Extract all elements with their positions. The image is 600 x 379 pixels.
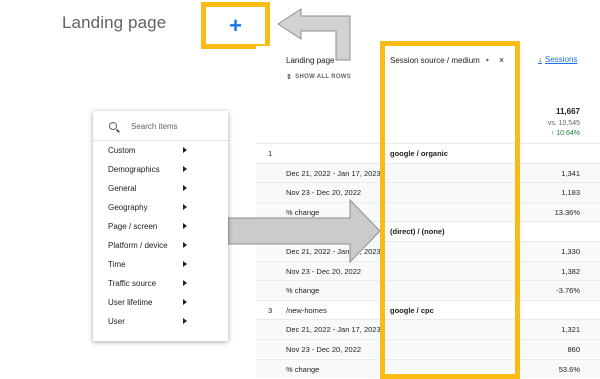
menu-item[interactable]: Time bbox=[93, 256, 228, 275]
dimension-menu: Search items Custom Demographics General Ge… bbox=[93, 111, 228, 341]
menu-item[interactable]: General bbox=[93, 180, 228, 199]
submenu-arrow-icon bbox=[183, 242, 187, 248]
menu-item-label: Demographics bbox=[108, 165, 160, 174]
search-input[interactable]: Search items bbox=[131, 122, 178, 131]
search-icon bbox=[109, 122, 117, 130]
submenu-arrow-icon bbox=[183, 299, 187, 305]
menu-item-label: User lifetime bbox=[108, 298, 153, 307]
menu-item-label: Page / screen bbox=[108, 222, 158, 231]
submenu-arrow-icon bbox=[183, 166, 187, 172]
menu-item-label: Traffic source bbox=[108, 279, 157, 288]
menu-item[interactable]: Custom bbox=[93, 142, 228, 161]
menu-item-label: Custom bbox=[108, 146, 136, 155]
submenu-arrow-icon bbox=[183, 204, 187, 210]
arrow-to-column-icon bbox=[227, 198, 381, 264]
submenu-arrow-icon bbox=[183, 185, 187, 191]
menu-item-label: User bbox=[108, 317, 125, 326]
submenu-arrow-icon bbox=[183, 280, 187, 286]
submenu-arrow-icon bbox=[183, 147, 187, 153]
menu-item-label: Time bbox=[108, 260, 126, 269]
menu-item[interactable]: User bbox=[93, 313, 228, 332]
menu-item[interactable]: Demographics bbox=[93, 161, 228, 180]
submenu-arrow-icon bbox=[183, 318, 187, 324]
search-bar[interactable]: Search items bbox=[93, 111, 228, 141]
menu-item[interactable]: Geography bbox=[93, 199, 228, 218]
source-column-highlight bbox=[380, 41, 520, 379]
menu-item-label: Platform / device bbox=[108, 241, 168, 250]
menu-item[interactable]: Traffic source bbox=[93, 275, 228, 294]
submenu-arrow-icon bbox=[183, 261, 187, 267]
menu-item[interactable]: User lifetime bbox=[93, 294, 228, 313]
menu-item[interactable]: Page / screen bbox=[93, 218, 228, 237]
menu-item[interactable]: Platform / device bbox=[93, 237, 228, 256]
submenu-arrow-icon bbox=[183, 223, 187, 229]
menu-item-label: Geography bbox=[108, 203, 148, 212]
menu-item-label: General bbox=[108, 184, 137, 193]
arrow-to-plus-icon bbox=[277, 8, 351, 61]
